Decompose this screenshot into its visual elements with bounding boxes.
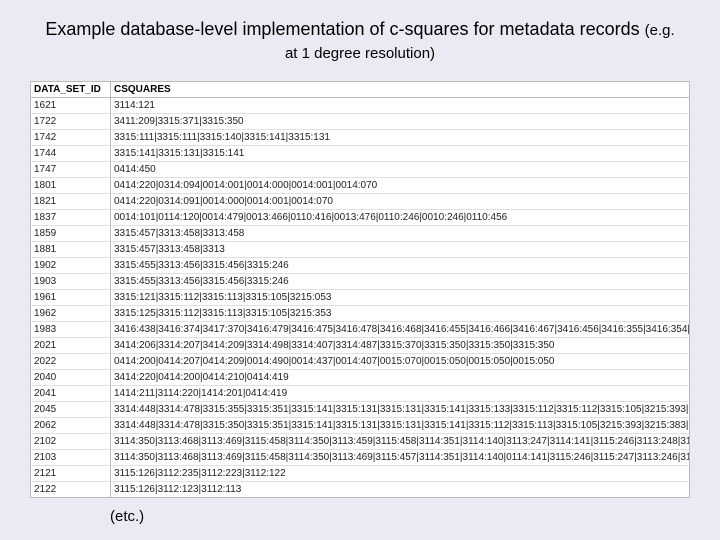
- cell-csquares: 3315:111|3315:111|3315:140|3315:141|3315…: [111, 130, 689, 145]
- table-row: 17423315:111|3315:111|3315:140|3315:141|…: [31, 130, 689, 146]
- table-row: 19833416:438|3416:374|3417:370|3416:479|…: [31, 322, 689, 338]
- cell-data-set-id: 1621: [31, 98, 111, 113]
- cell-csquares: 3114:350|3113:468|3113:469|3115:458|3114…: [111, 450, 689, 465]
- table-row: 19023315:455|3313:456|3315:456|3315:246: [31, 258, 689, 274]
- cell-data-set-id: 1903: [31, 274, 111, 289]
- table-row: 17470414:450: [31, 162, 689, 178]
- table-row: 21023114:350|3113:468|3113:469|3115:458|…: [31, 434, 689, 450]
- cell-csquares: 3411:209|3315:371|3315:350: [111, 114, 689, 129]
- cell-csquares: 3315:121|3315:112|3315:113|3315:105|3215…: [111, 290, 689, 305]
- table-row: 16213114:121: [31, 98, 689, 114]
- table-row: 18010414:220|0314:094|0014:001|0014:000|…: [31, 178, 689, 194]
- etc-label: (etc.): [110, 508, 720, 525]
- cell-csquares: 3416:438|3416:374|3417:370|3416:479|3416…: [111, 322, 689, 337]
- table-row: 20623314:448|3314:478|3315:350|3315:351|…: [31, 418, 689, 434]
- cell-csquares: 1414:211|3114:220|1414:201|0414:419: [111, 386, 689, 401]
- cell-csquares: 0414:450: [111, 162, 689, 177]
- cell-data-set-id: 1742: [31, 130, 111, 145]
- cell-data-set-id: 1961: [31, 290, 111, 305]
- cell-csquares: 3315:457|3313:458|3313:458: [111, 226, 689, 241]
- cell-csquares: 3315:125|3315:112|3315:113|3315:105|3215…: [111, 306, 689, 321]
- cell-csquares: 3114:350|3113:468|3113:469|3115:458|3114…: [111, 434, 689, 449]
- cell-csquares: 3414:220|0414:200|0414:210|0414:419: [111, 370, 689, 385]
- cell-data-set-id: 1983: [31, 322, 111, 337]
- cell-data-set-id: 1902: [31, 258, 111, 273]
- cell-data-set-id: 1962: [31, 306, 111, 321]
- cell-data-set-id: 2103: [31, 450, 111, 465]
- cell-data-set-id: 1821: [31, 194, 111, 209]
- cell-csquares: 3314:448|3314:478|3315:355|3315:351|3315…: [111, 402, 689, 417]
- cell-data-set-id: 1801: [31, 178, 111, 193]
- table-row: 21223115:126|3112:123|3112:113: [31, 482, 689, 497]
- cell-data-set-id: 2062: [31, 418, 111, 433]
- cell-csquares: 3315:455|3313:456|3315:456|3315:246: [111, 274, 689, 289]
- cell-data-set-id: 2045: [31, 402, 111, 417]
- cell-data-set-id: 1744: [31, 146, 111, 161]
- table-row: 20403414:220|0414:200|0414:210|0414:419: [31, 370, 689, 386]
- cell-csquares: 3414:206|3314:207|3414:209|3314:498|3314…: [111, 338, 689, 353]
- cell-data-set-id: 2122: [31, 482, 111, 497]
- cell-data-set-id: 1747: [31, 162, 111, 177]
- cell-data-set-id: 1722: [31, 114, 111, 129]
- cell-csquares: 0014:101|0114:120|0014:479|0013:466|0110…: [111, 210, 689, 225]
- cell-data-set-id: 1881: [31, 242, 111, 257]
- cell-data-set-id: 1837: [31, 210, 111, 225]
- cell-csquares: 3115:126|3112:123|3112:113: [111, 482, 689, 497]
- cell-csquares: 3115:126|3112:235|3112:223|3112:122: [111, 466, 689, 481]
- cell-csquares: 3315:455|3313:456|3315:456|3315:246: [111, 258, 689, 273]
- cell-data-set-id: 2021: [31, 338, 111, 353]
- cell-data-set-id: 1859: [31, 226, 111, 241]
- table-row: 21033114:350|3113:468|3113:469|3115:458|…: [31, 450, 689, 466]
- cell-data-set-id: 2102: [31, 434, 111, 449]
- cell-data-set-id: 2121: [31, 466, 111, 481]
- cell-csquares: 3315:457|3313:458|3313: [111, 242, 689, 257]
- cell-data-set-id: 2022: [31, 354, 111, 369]
- table-row: 19613315:121|3315:112|3315:113|3315:105|…: [31, 290, 689, 306]
- table-row: 18210414:220|0314:091|0014:000|0014:001|…: [31, 194, 689, 210]
- page-title: Example database-level implementation of…: [40, 18, 680, 65]
- cell-csquares: 3314:448|3314:478|3315:350|3315:351|3315…: [111, 418, 689, 433]
- table-row: 17223411:209|3315:371|3315:350: [31, 114, 689, 130]
- table-row: 18370014:101|0114:120|0014:479|0013:466|…: [31, 210, 689, 226]
- column-header-id: DATA_SET_ID: [31, 82, 111, 97]
- cell-csquares: 0414:200|0414:207|0414:209|0014:490|0014…: [111, 354, 689, 369]
- table-header-row: DATA_SET_ID CSQUARES: [31, 82, 689, 98]
- table-row: 20453314:448|3314:478|3315:355|3315:351|…: [31, 402, 689, 418]
- table-row: 18813315:457|3313:458|3313: [31, 242, 689, 258]
- column-header-csquares: CSQUARES: [111, 82, 689, 97]
- table-row: 17443315:141|3315:131|3315:141: [31, 146, 689, 162]
- table-row: 20411414:211|3114:220|1414:201|0414:419: [31, 386, 689, 402]
- table-row: 21213115:126|3112:235|3112:223|3112:122: [31, 466, 689, 482]
- table-row: 20220414:200|0414:207|0414:209|0014:490|…: [31, 354, 689, 370]
- table-row: 20213414:206|3314:207|3414:209|3314:498|…: [31, 338, 689, 354]
- cell-csquares: 0414:220|0314:091|0014:000|0014:001|0014…: [111, 194, 689, 209]
- table-row: 19623315:125|3315:112|3315:113|3315:105|…: [31, 306, 689, 322]
- data-table: DATA_SET_ID CSQUARES 16213114:1211722341…: [30, 81, 690, 498]
- table-row: 18593315:457|3313:458|3313:458: [31, 226, 689, 242]
- table-row: 19033315:455|3313:456|3315:456|3315:246: [31, 274, 689, 290]
- cell-csquares: 3114:121: [111, 98, 689, 113]
- cell-data-set-id: 2041: [31, 386, 111, 401]
- cell-data-set-id: 2040: [31, 370, 111, 385]
- cell-csquares: 0414:220|0314:094|0014:001|0014:000|0014…: [111, 178, 689, 193]
- cell-csquares: 3315:141|3315:131|3315:141: [111, 146, 689, 161]
